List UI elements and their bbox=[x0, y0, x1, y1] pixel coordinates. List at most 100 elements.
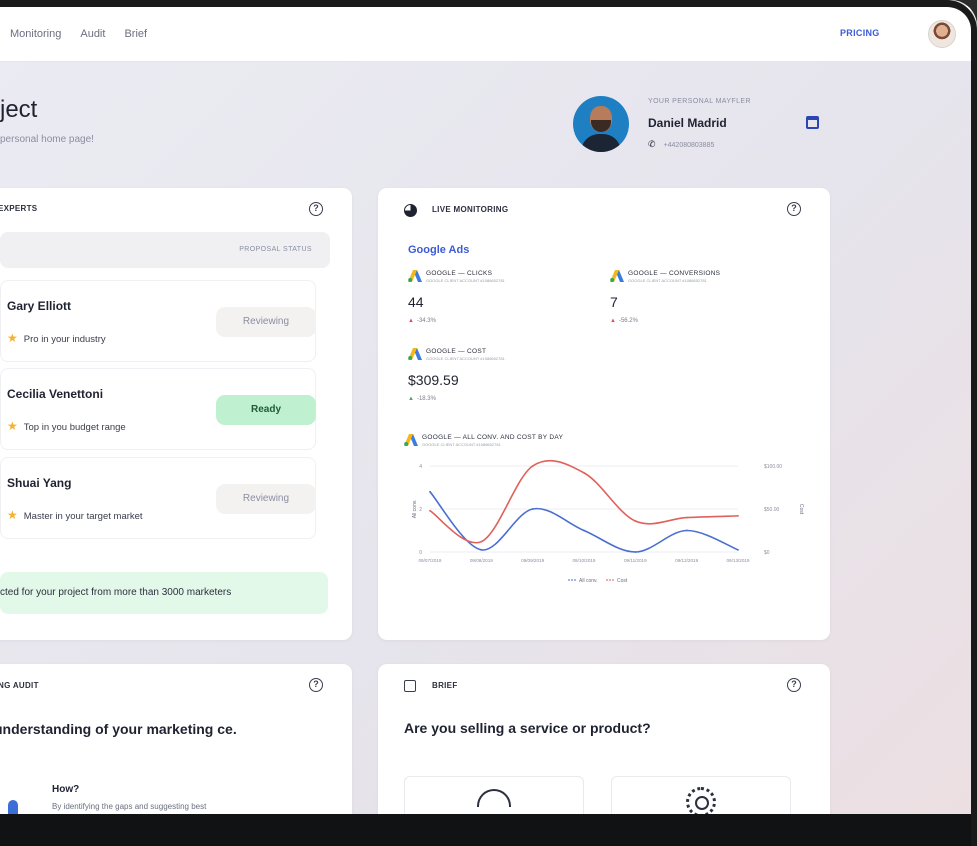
expert-row[interactable]: Cecilia Venettoni ★ Top in you budget ran… bbox=[0, 368, 316, 450]
nav-links: Monitoring Audit Brief bbox=[10, 28, 166, 40]
expert-tag: ★ Top in you budget range bbox=[7, 419, 126, 433]
audit-how-title: How? bbox=[52, 784, 80, 795]
metric-label: GOOGLE — CLICKS bbox=[426, 270, 493, 277]
google-ads-icon bbox=[404, 434, 418, 446]
phone-number: +442080803885 bbox=[663, 142, 715, 149]
selected-banner: cted for your project from more than 300… bbox=[0, 572, 328, 614]
legend-label: All conv. bbox=[579, 578, 598, 584]
help-icon[interactable]: ? bbox=[309, 678, 323, 692]
chart-label: GOOGLE — ALL CONV. AND COST BY DAY bbox=[422, 434, 564, 441]
data-point bbox=[685, 529, 688, 532]
expert-row[interactable]: Gary Elliott ★ Pro in your industry Revie… bbox=[0, 280, 316, 362]
data-point bbox=[480, 540, 483, 543]
top-nav: Monitoring Audit Brief PRICING bbox=[0, 6, 971, 62]
star-icon: ★ bbox=[7, 419, 18, 433]
metric-account: GOOGLE CLIENT ACCOUNT #1086652781 bbox=[628, 278, 707, 283]
proposal-status-header: PROPOSAL STATUS bbox=[239, 246, 312, 253]
x-tick-label: 09/08/2019 bbox=[470, 558, 493, 563]
status-badge[interactable]: Reviewing bbox=[216, 484, 316, 514]
y-tick-label: 2 bbox=[419, 507, 422, 513]
conv-cost-line-chart: 0 2 4 $0 $50.00 $100.00 All conv. Cost 09/07/201… bbox=[412, 459, 804, 584]
metric-label: GOOGLE — COST bbox=[426, 348, 487, 355]
metric-label: GOOGLE — CONVERSIONS bbox=[628, 270, 721, 277]
expert-name: Gary Elliott bbox=[7, 299, 72, 313]
expert-name: Cecilia Venettoni bbox=[7, 387, 104, 401]
data-point bbox=[583, 529, 585, 532]
experts-card: EXPERTS ? PROPOSAL STATUS Gary Elliott ★… bbox=[0, 188, 352, 640]
x-tick-label: 09/12/2019 bbox=[675, 558, 698, 563]
data-point bbox=[531, 465, 534, 467]
arrow-up-icon: ▲ bbox=[408, 396, 414, 402]
y2-tick-label: $50.00 bbox=[764, 507, 780, 513]
audit-title: NG AUDIT bbox=[0, 681, 39, 690]
star-icon: ★ bbox=[7, 331, 18, 345]
mayfler-name: Daniel Madrid bbox=[648, 116, 727, 130]
x-tick-label: 09/13/2019 bbox=[727, 558, 750, 563]
data-point bbox=[634, 520, 637, 522]
calendar-icon[interactable] bbox=[806, 116, 819, 129]
metric-value: $309.59 bbox=[408, 372, 459, 388]
page-title: ject bbox=[0, 96, 38, 123]
metric-value: 7 bbox=[610, 294, 618, 310]
expert-tag: ★ Master in your target market bbox=[7, 508, 143, 522]
nav-monitoring[interactable]: Monitoring bbox=[10, 28, 61, 40]
help-icon[interactable]: ? bbox=[309, 202, 323, 216]
metric-value: 44 bbox=[408, 294, 424, 310]
mayfler-phone[interactable]: ✆ +442080803885 bbox=[648, 139, 714, 150]
x-tick-label: 09/07/2019 bbox=[419, 558, 442, 563]
metric-delta: ▲ -56.2% bbox=[610, 318, 638, 324]
data-point bbox=[634, 551, 637, 553]
expert-tag: ★ Pro in your industry bbox=[7, 331, 106, 345]
x-tick-label: 09/10/2019 bbox=[573, 558, 596, 563]
arrow-down-icon: ▲ bbox=[408, 318, 414, 324]
page-subtitle: personal home page! bbox=[0, 134, 94, 145]
data-point bbox=[737, 514, 739, 517]
app-screen: Monitoring Audit Brief PRICING ject pers… bbox=[0, 0, 977, 846]
metric-delta: ▲ -34.3% bbox=[408, 318, 436, 324]
audit-heading: understanding of your marketing ce. bbox=[0, 721, 237, 737]
data-point bbox=[429, 490, 431, 493]
device-bezel bbox=[0, 814, 977, 846]
mayfler-avatar bbox=[573, 96, 629, 152]
user-avatar[interactable] bbox=[928, 20, 956, 48]
gear-icon bbox=[686, 787, 716, 817]
pie-chart-icon bbox=[404, 204, 417, 217]
status-badge[interactable]: Reviewing bbox=[216, 307, 316, 337]
legend-label: Cost bbox=[617, 578, 628, 584]
metric-account: GOOGLE CLIENT ACCOUNT #1086652781 bbox=[426, 278, 505, 283]
data-point bbox=[480, 548, 483, 551]
arrow-down-icon: ▲ bbox=[610, 318, 616, 324]
help-icon[interactable]: ? bbox=[787, 202, 801, 216]
monitoring-title: LIVE MONITORING bbox=[432, 205, 509, 214]
metric-account: GOOGLE CLIENT ACCOUNT #1086652781 bbox=[426, 356, 505, 361]
help-icon[interactable]: ? bbox=[787, 678, 801, 692]
status-badge[interactable]: Ready bbox=[216, 395, 316, 425]
data-point bbox=[531, 508, 534, 510]
x-tick-label: 09/09/2019 bbox=[521, 558, 544, 563]
brief-title: BRIEF bbox=[432, 681, 458, 690]
pricing-link[interactable]: PRICING bbox=[840, 28, 880, 38]
experts-table-header: PROPOSAL STATUS bbox=[0, 232, 330, 268]
x-tick-label: 09/11/2019 bbox=[624, 558, 647, 563]
live-monitoring-card: LIVE MONITORING ? Google Ads GOOGLE — CL… bbox=[378, 188, 830, 640]
metric-delta: ▲ -18.3% bbox=[408, 396, 436, 402]
data-point bbox=[429, 509, 431, 512]
nav-brief[interactable]: Brief bbox=[124, 28, 147, 40]
y-tick-label: 0 bbox=[419, 550, 422, 556]
nav-audit[interactable]: Audit bbox=[80, 28, 105, 40]
phone-icon: ✆ bbox=[648, 139, 656, 149]
expert-row[interactable]: Shuai Yang ★ Master in your target market… bbox=[0, 457, 316, 539]
y-tick-label: 4 bbox=[419, 464, 422, 470]
y2-tick-label: $0 bbox=[764, 550, 770, 556]
experts-title: EXPERTS bbox=[0, 204, 38, 213]
parachute-icon bbox=[477, 789, 511, 807]
brief-icon bbox=[404, 680, 416, 692]
brief-question: Are you selling a service or product? bbox=[404, 720, 651, 736]
data-point bbox=[685, 516, 688, 519]
google-ads-icon bbox=[408, 270, 422, 282]
google-ads-title: Google Ads bbox=[408, 244, 470, 256]
y2-axis-label: Cost bbox=[798, 504, 804, 515]
expert-name: Shuai Yang bbox=[7, 476, 72, 490]
y2-tick-label: $100.00 bbox=[764, 464, 782, 470]
y-axis-label: All conv. bbox=[412, 500, 418, 519]
